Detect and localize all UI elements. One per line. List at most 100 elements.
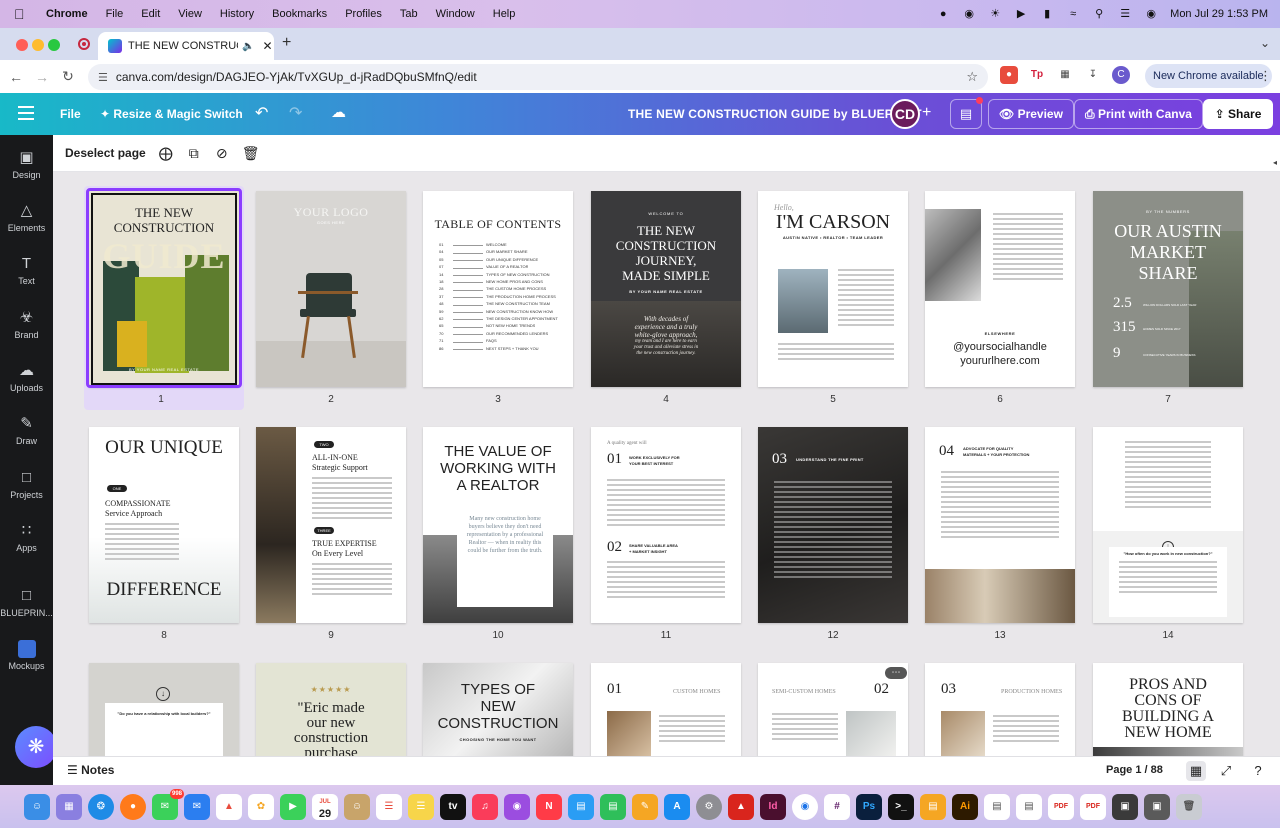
share-button[interactable]: ⇪ Share <box>1203 99 1273 129</box>
page-thumbnail-16[interactable]: ★★★★★ "Eric made our new construction pu… <box>256 663 406 756</box>
page-thumbnail-7[interactable]: BY THE NUMBERS OUR AUSTIN MARKET SHARE 2… <box>1093 191 1243 387</box>
add-collaborator-icon[interactable]: + <box>922 104 931 122</box>
podcasts-icon[interactable]: ◉ <box>504 794 530 820</box>
page-thumbnail-12[interactable]: 03 UNDERSTAND THE FINE PRINT <box>758 427 908 623</box>
page-thumbnail-17[interactable]: TYPES OF NEW CONSTRUCTION CHOOSING THE H… <box>423 663 573 756</box>
extension-icon-2[interactable]: Tp <box>1028 66 1046 84</box>
sidebar-item-design[interactable]: ▣ Design <box>0 149 53 180</box>
back-icon[interactable]: ← <box>6 69 26 85</box>
menu-history[interactable]: History <box>220 8 254 20</box>
wifi-icon[interactable]: ≈ <box>1066 8 1080 20</box>
clock[interactable]: Mon Jul 29 1:53 PM <box>1170 8 1268 20</box>
close-tab-icon[interactable]: ✕ <box>262 39 272 53</box>
mail-icon[interactable]: ✉ <box>184 794 210 820</box>
downloads-folder-icon[interactable]: ▣ <box>1144 794 1170 820</box>
facetime-icon[interactable]: ▶ <box>280 794 306 820</box>
delete-page-icon[interactable]: 🗑 <box>242 145 260 162</box>
sidebar-item-text[interactable]: T Text <box>0 255 53 286</box>
terminal-icon[interactable]: >_ <box>888 794 914 820</box>
news-icon[interactable]: N <box>536 794 562 820</box>
page-thumbnail-9[interactable]: TWO ALL-IN-ONE Strategic Support THREE T… <box>256 427 406 623</box>
sidebar-item-brand[interactable]: ☣ Brand <box>0 309 53 340</box>
siri-icon[interactable]: ◉ <box>1144 8 1158 20</box>
chrome-menu-icon[interactable]: ⋮ <box>1259 68 1272 84</box>
books-icon[interactable]: ▤ <box>920 794 946 820</box>
cloud-saved-icon[interactable]: ☁ <box>331 103 346 121</box>
play-icon[interactable]: ▶ <box>1014 8 1028 20</box>
microphone-icon[interactable]: ● <box>936 8 950 20</box>
pdf-file-icon[interactable]: PDF <box>1048 794 1074 820</box>
menu-tab[interactable]: Tab <box>400 8 418 20</box>
photos-icon[interactable]: ✿ <box>248 794 274 820</box>
notes-button[interactable]: ☰ Notes <box>67 763 114 777</box>
page-thumbnail-10[interactable]: THE VALUE OF WORKING WITH A REALTOR Many… <box>423 427 573 623</box>
brightness-icon[interactable]: ☀ <box>988 8 1002 20</box>
slack-icon[interactable]: # <box>824 794 850 820</box>
page-thumbnail-18[interactable]: 01 CUSTOM HOMES <box>591 663 741 756</box>
numbers-icon[interactable]: ▤ <box>600 794 626 820</box>
new-tab-button[interactable]: + <box>282 34 291 52</box>
page-thumbnail-21[interactable]: PROS AND CONS OF BUILDING A NEW HOME <box>1093 663 1243 756</box>
photoshop-icon[interactable]: Ps <box>856 794 882 820</box>
sidebar-item-blueprint[interactable]: □ BLUEPRIN... <box>0 587 53 618</box>
music-icon[interactable]: ♫ <box>472 794 498 820</box>
preview-button[interactable]: 👁 Preview <box>988 99 1074 129</box>
firefox-icon[interactable]: ● <box>120 794 146 820</box>
page-thumbnail-3[interactable]: TABLE OF CONTENTS 01 WELCOME 04 OUR MARKET … <box>423 191 573 387</box>
page-thumbnail-6[interactable]: ELSEWHERE @yoursocialhandle yoururlhere.… <box>925 191 1075 387</box>
safari-icon[interactable]: ❂ <box>88 794 114 820</box>
battery-icon[interactable]: ▮ <box>1040 8 1054 20</box>
menu-file[interactable]: File <box>106 8 124 20</box>
menu-edit[interactable]: Edit <box>141 8 160 20</box>
page-thumbnail-4[interactable]: WELCOME TO THE NEW CONSTRUCTION JOURNEY,… <box>591 191 741 387</box>
document-icon[interactable]: ▤ <box>984 794 1010 820</box>
grid-view-icon[interactable]: ▦ <box>1186 761 1206 781</box>
page-thumbnail-8[interactable]: OUR UNIQUE ONE COMPASSIONATE Service App… <box>89 427 239 623</box>
scroll-handle-icon[interactable]: ◂ <box>1273 158 1277 167</box>
forward-icon[interactable]: → <box>32 69 52 85</box>
duplicate-page-icon[interactable]: ⧉ <box>186 145 202 162</box>
redo-icon[interactable]: ↷ <box>289 103 302 123</box>
illustrator-icon[interactable]: Ai <box>952 794 978 820</box>
undo-icon[interactable]: ↶ <box>255 103 268 123</box>
sidebar-item-projects[interactable]: □ Projects <box>0 469 53 500</box>
acrobat-icon[interactable]: ▲ <box>728 794 754 820</box>
sidebar-item-draw[interactable]: ✎ Draw <box>0 415 53 446</box>
document-icon-2[interactable]: ▤ <box>1016 794 1042 820</box>
chrome-icon[interactable]: ◉ <box>792 794 818 820</box>
maps-icon[interactable]: ▲ <box>216 794 242 820</box>
file-menu-button[interactable]: File <box>60 107 81 121</box>
page-thumbnail-5[interactable]: Hello, I'M CARSON AUSTIN NATIVE • REALTO… <box>758 191 908 387</box>
add-page-icon[interactable]: ⨁ <box>158 145 174 162</box>
menu-help[interactable]: Help <box>493 8 516 20</box>
extensions-puzzle-icon[interactable]: ▦ <box>1056 66 1074 84</box>
menu-bookmarks[interactable]: Bookmarks <box>272 8 327 20</box>
app-store-icon[interactable]: A <box>664 794 690 820</box>
menu-hamburger-icon[interactable] <box>18 106 34 120</box>
menu-view[interactable]: View <box>178 8 202 20</box>
page-thumbnail-2[interactable]: YOUR LOGO GOES HERE <box>256 191 406 387</box>
apple-tv-icon[interactable]: tv <box>440 794 466 820</box>
zoom-window-button[interactable] <box>48 39 60 51</box>
screenshot-folder-icon[interactable]: ▣ <box>1112 794 1138 820</box>
messages-icon[interactable]: ✉ 998 <box>152 789 184 820</box>
keynote-icon[interactable]: ▤ <box>568 794 594 820</box>
new-chrome-available-button[interactable]: New Chrome available <box>1145 64 1272 88</box>
page-thumbnail-20[interactable]: 03 PRODUCTION HOMES <box>925 663 1075 756</box>
screen-share-icon[interactable]: ◉ <box>962 8 976 20</box>
reminders-icon[interactable]: ☰ <box>376 794 402 820</box>
collaborator-avatar[interactable]: CD <box>890 99 920 129</box>
speaker-icon[interactable]: 🔈 <box>242 41 254 52</box>
menu-profiles[interactable]: Profiles <box>345 8 382 20</box>
page-thumbnail-14[interactable]: ↓ "How often do you work in new construc… <box>1093 427 1243 623</box>
sidebar-item-apps[interactable]: ∷ Apps <box>0 522 53 553</box>
tab-search-icon[interactable]: ⌄ <box>1260 36 1270 50</box>
page-thumbnail-13[interactable]: 04 ADVOCATE FOR QUALITY MATERIALS + YOUR… <box>925 427 1075 623</box>
apple-icon[interactable]:  <box>14 7 28 21</box>
deselect-page-button[interactable]: Deselect page <box>65 146 146 160</box>
fullscreen-icon[interactable]: ⤢ <box>1216 761 1236 781</box>
search-icon[interactable]: ⚲ <box>1092 8 1106 20</box>
sidebar-item-elements[interactable]: △ Elements <box>0 202 53 233</box>
resize-magic-switch-button[interactable]: ✦ Resize & Magic Switch <box>100 107 243 121</box>
browser-tab[interactable]: THE NEW CONSTRUCTIO 🔈 ✕ <box>98 32 274 60</box>
